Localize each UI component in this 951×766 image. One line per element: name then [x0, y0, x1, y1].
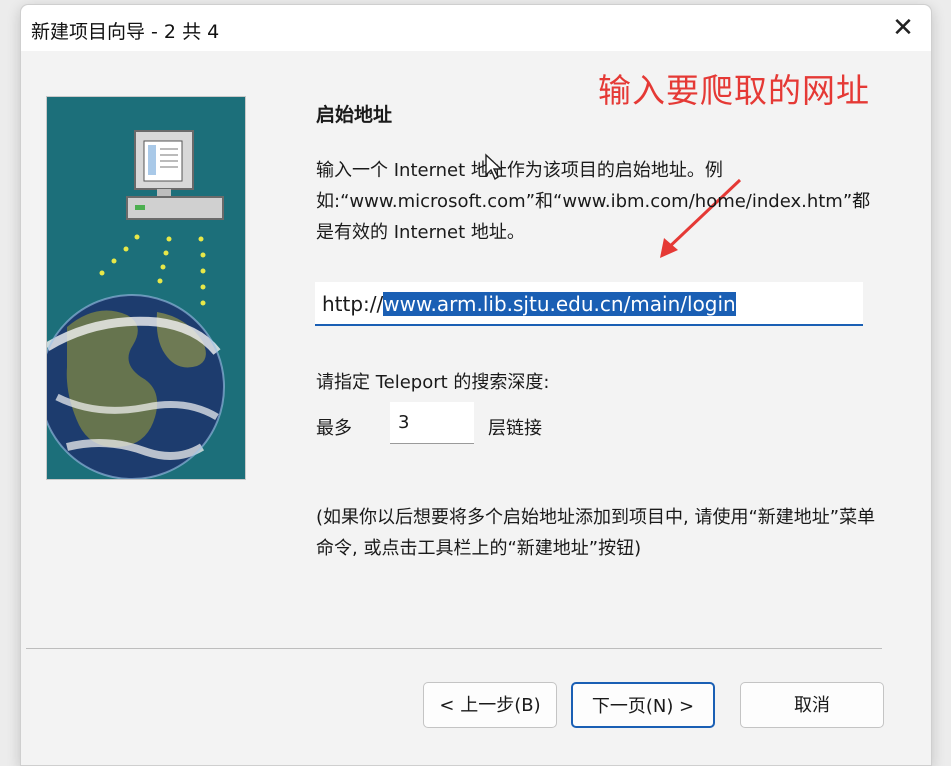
- levels-label: 层链接: [488, 418, 542, 439]
- next-button[interactable]: 下一页(N) >: [571, 682, 715, 728]
- description-text: 输入一个 Internet 地址作为该项目的启始地址。例如:“www.micro…: [316, 160, 871, 243]
- start-url-input[interactable]: http://www.arm.lib.sjtu.edu.cn/main/logi…: [315, 282, 863, 326]
- url-prefix: http://: [322, 292, 384, 316]
- window-title: 新建项目向导 - 2 共 4: [31, 21, 220, 43]
- depth-prompt: 请指定 Teleport 的搜索深度:: [316, 372, 550, 393]
- cancel-button[interactable]: 取消: [740, 682, 884, 728]
- depth-field[interactable]: 3: [390, 402, 474, 444]
- url-selected-text: www.arm.lib.sjtu.edu.cn/main/login: [383, 292, 736, 316]
- mouse-cursor-icon: [485, 153, 503, 181]
- globe-icon: [47, 294, 225, 479]
- back-button[interactable]: < 上一步(B): [423, 682, 557, 728]
- note-text: (如果你以后想要将多个启始地址添加到项目中, 请使用“新建地址”菜单命令, 或点…: [316, 507, 876, 559]
- footer-divider: [26, 648, 882, 649]
- wizard-side-image: [46, 96, 246, 480]
- page-heading: 启始地址: [316, 104, 393, 126]
- close-button[interactable]: ✕: [883, 11, 923, 45]
- annotation-label: 输入要爬取的网址: [598, 71, 870, 110]
- most-label: 最多: [316, 418, 352, 439]
- title-bar: 新建项目向导 - 2 共 4 ✕: [21, 5, 931, 51]
